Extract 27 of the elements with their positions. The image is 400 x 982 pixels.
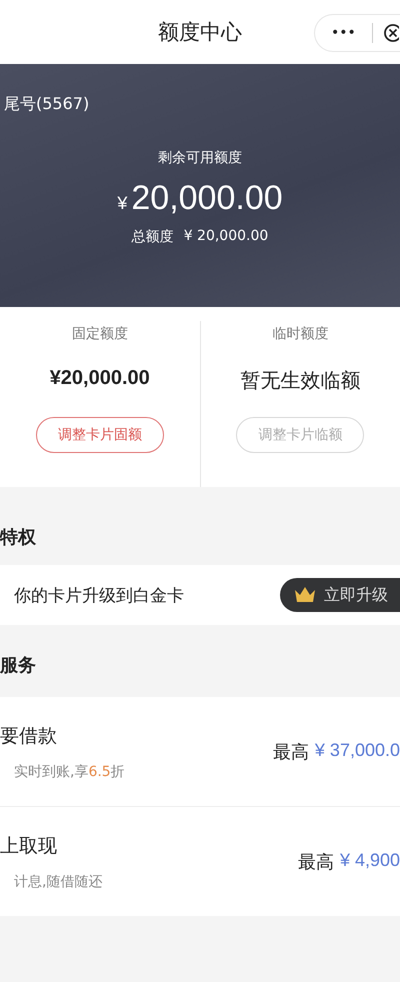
service-row[interactable]: 上取现 计息,随借随还 最高 ¥ 4,900: [0, 807, 400, 916]
page-title: 额度中心: [158, 19, 242, 46]
close-icon[interactable]: [382, 23, 399, 43]
total-label: 总额度: [132, 228, 174, 246]
service-title: 上取现: [0, 834, 58, 858]
total-amount: ¥ 20,000.00: [184, 228, 268, 246]
limit-label: 临时额度: [272, 325, 328, 343]
upgrade-button[interactable]: 立即升级: [280, 578, 400, 612]
card-number: 尾号(5567): [4, 94, 90, 115]
available-label: 剩余可用额度: [158, 149, 242, 167]
max-amount: ¥ 37,000.0: [314, 740, 400, 762]
more-button[interactable]: •••: [327, 25, 360, 41]
limit-value: ¥20,000.00: [50, 367, 150, 391]
crown-icon: [294, 586, 316, 604]
max-amount: ¥ 4,900: [340, 850, 400, 872]
limit-value: 暂无生效临额: [240, 367, 360, 394]
max-label: 最高: [298, 850, 334, 874]
limit-label: 固定额度: [72, 325, 128, 343]
service-subtitle: 实时到账,享6.5折: [13, 762, 125, 780]
max-label: 最高: [272, 740, 309, 764]
service-title: 要借款: [0, 724, 58, 748]
service-subtitle: 计息,随借随还: [13, 872, 102, 890]
section-heading: 特权: [0, 526, 37, 550]
adjust-button[interactable]: 调整卡片固额: [36, 417, 164, 453]
upgrade-text: 你的卡片升级到白金卡: [13, 584, 184, 606]
service-row[interactable]: 要借款 实时到账,享6.5折 最高 ¥ 37,000.0: [0, 697, 400, 807]
available-amount: ¥20,000.00: [117, 179, 283, 218]
